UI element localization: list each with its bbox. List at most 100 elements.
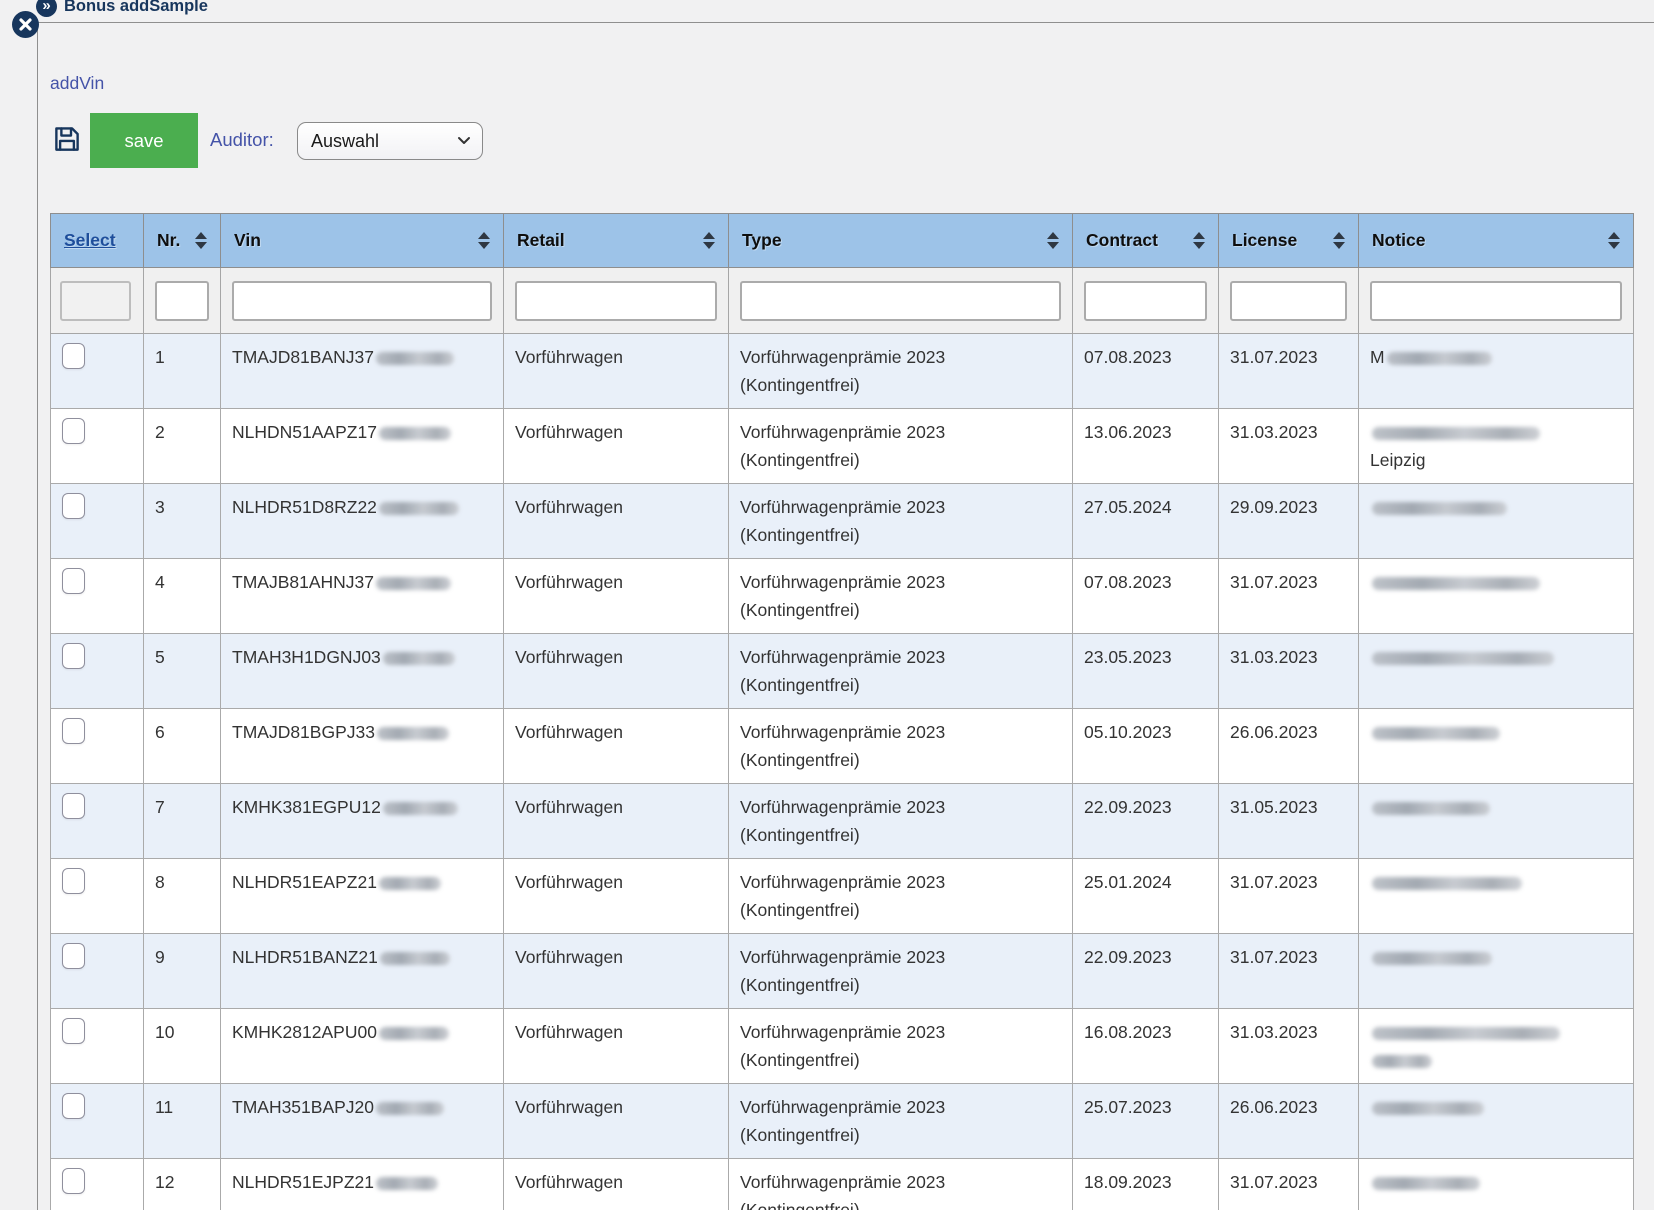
notice-redacted <box>1372 727 1500 740</box>
auditor-select[interactable]: Auswahl <box>297 122 483 160</box>
row-checkbox[interactable] <box>62 343 85 369</box>
filter-input-vin[interactable] <box>232 281 492 321</box>
type-line-1: Vorführwagenprämie 2023 <box>740 418 1064 446</box>
addvin-link[interactable]: addVin <box>50 73 104 94</box>
type-cell: Vorführwagenprämie 2023 (Kontingentfrei) <box>729 934 1073 1009</box>
panel-border-top <box>37 22 1654 23</box>
notice-line <box>1370 418 1625 446</box>
notice-cell <box>1359 934 1634 1009</box>
vin-redacted <box>379 427 451 440</box>
row-checkbox[interactable] <box>62 493 85 519</box>
notice-redacted <box>1372 877 1522 890</box>
vin-value: KMHK381EGPU12 <box>232 797 381 817</box>
retail-cell: Vorführwagen <box>504 859 729 934</box>
column-header-license[interactable]: License <box>1219 214 1359 268</box>
row-checkbox[interactable] <box>62 793 85 819</box>
table-row: 11 TMAH351BAPJ20 Vorführwagen Vorführwag… <box>51 1084 1634 1159</box>
notice-redacted <box>1372 1027 1560 1040</box>
row-checkbox[interactable] <box>62 943 85 969</box>
row-checkbox[interactable] <box>62 718 85 744</box>
contract-cell: 07.08.2023 <box>1073 334 1219 409</box>
type-line-2: (Kontingentfrei) <box>740 596 1064 624</box>
row-checkbox[interactable] <box>62 868 85 894</box>
filter-cell-select <box>51 268 144 334</box>
notice-redacted <box>1372 427 1540 440</box>
save-disk-icon[interactable] <box>52 124 82 159</box>
notice-cell: Leipzig <box>1359 409 1634 484</box>
filter-input-type[interactable] <box>740 281 1061 321</box>
retail-cell: Vorführwagen <box>504 634 729 709</box>
table-row: 5 TMAH3H1DGNJ03 Vorführwagen Vorführwage… <box>51 634 1634 709</box>
notice-line <box>1370 493 1625 521</box>
row-checkbox[interactable] <box>62 1093 85 1119</box>
select-cell <box>51 934 144 1009</box>
table-row: 4 TMAJB81AHNJ37 Vorführwagen Vorführwage… <box>51 559 1634 634</box>
bonus-addsample-page: » Bonus addSample addVin save Auditor: A… <box>0 0 1654 1210</box>
filter-input-contract[interactable] <box>1084 281 1207 321</box>
type-line-1: Vorführwagenprämie 2023 <box>740 943 1064 971</box>
column-label-license: License <box>1232 230 1297 251</box>
table-row: 6 TMAJD81BGPJ33 Vorführwagen Vorführwage… <box>51 709 1634 784</box>
filter-disabled-box <box>60 281 131 321</box>
sort-icon <box>1333 232 1345 249</box>
row-checkbox[interactable] <box>62 1168 85 1194</box>
column-label-retail: Retail <box>517 230 565 251</box>
filter-cell-type <box>729 268 1073 334</box>
table-row: 9 NLHDR51BANZ21 Vorführwagen Vorführwage… <box>51 934 1634 1009</box>
column-header-retail[interactable]: Retail <box>504 214 729 268</box>
save-button[interactable]: save <box>90 113 198 168</box>
filter-input-retail[interactable] <box>515 281 717 321</box>
filter-cell-license <box>1219 268 1359 334</box>
vin-cell: NLHDR51EJPZ21 <box>221 1159 504 1210</box>
row-checkbox[interactable] <box>62 643 85 669</box>
column-header-nr[interactable]: Nr. <box>144 214 221 268</box>
column-header-contract[interactable]: Contract <box>1073 214 1219 268</box>
license-cell: 31.07.2023 <box>1219 1159 1359 1210</box>
filter-input-license[interactable] <box>1230 281 1347 321</box>
select-cell <box>51 409 144 484</box>
row-checkbox[interactable] <box>62 568 85 594</box>
column-header-notice[interactable]: Notice <box>1359 214 1634 268</box>
notice-redacted <box>1372 802 1490 815</box>
sort-icon <box>1047 232 1059 249</box>
type-cell: Vorführwagenprämie 2023 (Kontingentfrei) <box>729 559 1073 634</box>
type-line-1: Vorführwagenprämie 2023 <box>740 1093 1064 1121</box>
vin-value: NLHDR51BANZ21 <box>232 947 378 967</box>
panel-border-left <box>37 22 38 1210</box>
column-header-select[interactable]: Select <box>51 214 144 268</box>
select-all-link[interactable]: Select <box>64 230 116 251</box>
column-header-type[interactable]: Type <box>729 214 1073 268</box>
sort-icon <box>703 232 715 249</box>
select-cell <box>51 559 144 634</box>
notice-cell <box>1359 484 1634 559</box>
column-header-vin[interactable]: Vin <box>221 214 504 268</box>
column-label-type: Type <box>742 230 782 251</box>
notice-redacted <box>1372 502 1507 515</box>
select-cell <box>51 784 144 859</box>
nr-cell: 7 <box>144 784 221 859</box>
table-header-row: Select Nr.Vin Retail Type Contract License Not… <box>51 214 1634 268</box>
breadcrumb: » Bonus addSample <box>36 0 208 17</box>
vin-redacted <box>376 1102 444 1115</box>
notice-line: Leipzig <box>1370 446 1625 474</box>
vin-redacted <box>376 352 454 365</box>
table-row: 1 TMAJD81BANJ37 Vorführwagen Vorführwage… <box>51 334 1634 409</box>
notice-redacted <box>1372 1055 1432 1068</box>
vin-cell: TMAH351BAPJ20 <box>221 1084 504 1159</box>
sort-icon <box>195 232 207 249</box>
notice-line <box>1370 943 1625 971</box>
type-line-2: (Kontingentfrei) <box>740 746 1064 774</box>
sort-icon <box>1608 232 1620 249</box>
type-line-1: Vorführwagenprämie 2023 <box>740 493 1064 521</box>
select-cell <box>51 709 144 784</box>
filter-input-notice[interactable] <box>1370 281 1622 321</box>
type-line-1: Vorführwagenprämie 2023 <box>740 1168 1064 1196</box>
row-checkbox[interactable] <box>62 1018 85 1044</box>
nr-cell: 5 <box>144 634 221 709</box>
close-button[interactable] <box>12 11 39 38</box>
filter-input-nr[interactable] <box>155 281 209 321</box>
contract-cell: 18.09.2023 <box>1073 1159 1219 1210</box>
vin-value: KMHK2812APU00 <box>232 1022 377 1042</box>
type-line-2: (Kontingentfrei) <box>740 446 1064 474</box>
row-checkbox[interactable] <box>62 418 85 444</box>
